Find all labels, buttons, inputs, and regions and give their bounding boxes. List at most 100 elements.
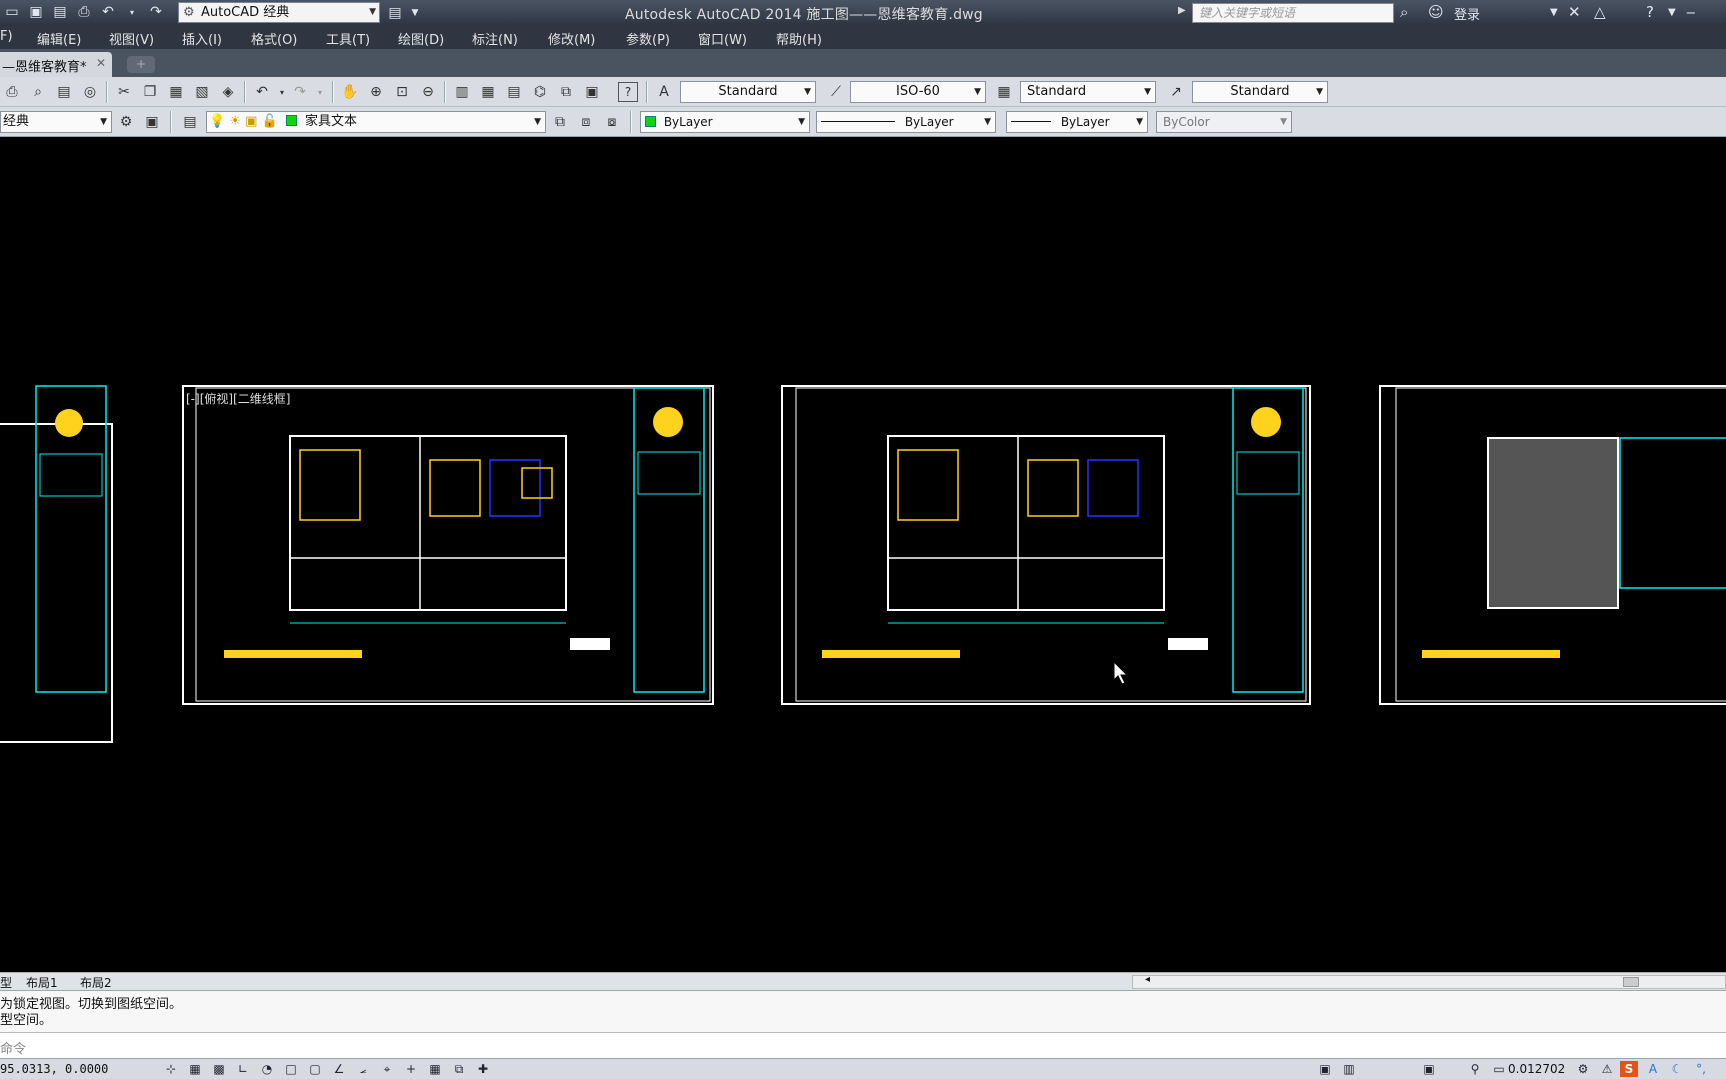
text-style-icon[interactable]: A [654, 82, 674, 102]
text-style-select[interactable]: Standard ▼ [680, 81, 816, 103]
menu-modify[interactable]: 修改(M) [548, 29, 595, 48]
undo-icon[interactable]: ↶ [98, 2, 118, 22]
tab-layout1[interactable]: 布局1 [26, 974, 58, 991]
expand-arrow-icon[interactable]: ▶ [1178, 5, 1186, 16]
menu-help[interactable]: 帮助(H) [776, 29, 822, 48]
search-input[interactable]: 键入关键字或短语 [1192, 3, 1394, 23]
redo-icon[interactable]: ↷ [146, 2, 166, 22]
tool-palettes-icon[interactable]: ▤ [504, 82, 524, 102]
menu-insert[interactable]: 插入(I) [182, 29, 222, 48]
menu-format[interactable]: 格式(O) [251, 29, 297, 48]
sheet-frame[interactable] [781, 385, 1311, 705]
block-editor-icon[interactable]: ◈ [218, 82, 238, 102]
menu-draw[interactable]: 绘图(D) [398, 29, 444, 48]
polar-tracking-icon[interactable]: ◔ [258, 1061, 276, 1077]
drawing-canvas[interactable]: [-][俯视][二维线框] [0, 138, 1726, 972]
properties-icon[interactable]: ▥ [452, 82, 472, 102]
multileader-style-icon[interactable]: ↗ [1166, 82, 1186, 102]
plot-preview-icon[interactable]: ⌕ [28, 82, 48, 102]
workspace-settings-icon[interactable]: ⚙ [116, 112, 136, 132]
snap-mode-icon[interactable]: ▦ [186, 1061, 204, 1077]
dimension-style-select[interactable]: ISO-60 ▼ [850, 81, 986, 103]
annotation-visibility-icon[interactable]: ⚲ [1466, 1061, 1484, 1077]
command-line-input[interactable]: 命令 [0, 1032, 1726, 1058]
markup-icon[interactable]: ⧉ [556, 82, 576, 102]
undo-icon[interactable]: ↶ [252, 82, 272, 102]
workspace-selector[interactable]: ⚙ AutoCAD 经典 ▼ [178, 2, 380, 23]
menu-view[interactable]: 视图(V) [109, 29, 154, 48]
sheet-frame[interactable] [1379, 385, 1726, 705]
print-icon[interactable]: ⎙ [74, 2, 94, 22]
multileader-style-select[interactable]: Standard ▼ [1192, 81, 1328, 103]
menu-window[interactable]: 窗口(W) [698, 29, 747, 48]
cut-icon[interactable]: ✂ [114, 82, 134, 102]
scrollbar-thumb[interactable] [1623, 977, 1639, 987]
scroll-left-icon[interactable]: ◂ [1145, 974, 1150, 985]
3d-object-snap-icon[interactable]: ▢ [306, 1061, 324, 1077]
punctuation-icon[interactable]: °, [1692, 1061, 1710, 1077]
dynamic-ucs-icon[interactable]: ⦟ [354, 1061, 372, 1077]
paste-icon[interactable]: ▦ [166, 82, 186, 102]
layer-properties-icon[interactable]: ▤ [180, 112, 200, 132]
pan-icon[interactable]: ✋ [340, 82, 360, 102]
make-current-layer-icon[interactable]: ⧉ [550, 112, 570, 132]
grid-display-icon[interactable]: ▩ [210, 1061, 228, 1077]
exchange-icon[interactable]: ✕ [1568, 3, 1581, 21]
minimize-icon[interactable]: ‒ [1686, 3, 1696, 21]
save-icon[interactable]: ▣ [26, 2, 46, 22]
sheet-set-icon[interactable]: ⌬ [530, 82, 550, 102]
coordinate-readout[interactable]: 95.0313, 0.0000 [0, 1062, 108, 1076]
ortho-mode-icon[interactable]: ∟ [234, 1061, 252, 1077]
viewport-scale-icon[interactable]: ▭ [1490, 1061, 1508, 1077]
dropdown-icon[interactable]: ▾ [310, 82, 330, 102]
zoom-realtime-icon[interactable]: ⊕ [366, 82, 386, 102]
color-select[interactable]: ByLayer ▼ [640, 111, 810, 133]
transparency-icon[interactable]: ▦ [426, 1061, 444, 1077]
chevron-down-icon[interactable]: ▼ [1550, 7, 1558, 18]
sheet-frame[interactable] [0, 385, 113, 743]
dynamic-input-icon[interactable]: ⌖ [378, 1061, 396, 1077]
menu-dimension[interactable]: 标注(N) [472, 29, 518, 48]
close-icon[interactable]: ✕ [96, 56, 106, 70]
menu-parametric[interactable]: 参数(P) [626, 29, 670, 48]
design-center-icon[interactable]: ▦ [478, 82, 498, 102]
tab-layout2[interactable]: 布局2 [80, 974, 112, 991]
model-space-icon[interactable]: ▣ [1316, 1061, 1334, 1077]
lineweight-icon[interactable]: + [402, 1061, 420, 1077]
redo-icon[interactable]: ↷ [290, 82, 310, 102]
sogou-ime-icon[interactable]: S [1620, 1061, 1638, 1077]
infer-constraints-icon[interactable]: ⊹ [162, 1061, 180, 1077]
autodesk-360-icon[interactable]: △ [1594, 3, 1606, 21]
zoom-window-icon[interactable]: ⊡ [392, 82, 412, 102]
document-icon[interactable]: ▤ [385, 3, 405, 23]
layer-select[interactable]: 💡 ☀ ▣ 🔓 家具文本 ▼ [206, 111, 546, 133]
workspace-select[interactable]: 经典 ▼ [0, 111, 112, 133]
dimension-style-icon[interactable]: ⟋ [826, 82, 846, 102]
layer-state-icon[interactable]: ⧇ [602, 112, 622, 132]
object-snap-icon[interactable]: □ [282, 1061, 300, 1077]
help-icon[interactable]: ? [618, 82, 638, 102]
new-file-icon[interactable]: ▭ [2, 2, 22, 22]
quick-properties-icon[interactable]: ⧉ [450, 1061, 468, 1077]
menu-tools[interactable]: 工具(T) [326, 29, 370, 48]
quick-view-layouts-icon[interactable]: ▥ [1340, 1061, 1358, 1077]
selection-cycling-icon[interactable]: ✚ [474, 1061, 492, 1077]
zoom-previous-icon[interactable]: ⊖ [418, 82, 438, 102]
object-snap-tracking-icon[interactable]: ∠ [330, 1061, 348, 1077]
table-style-icon[interactable]: ▦ [994, 82, 1014, 102]
publish-icon[interactable]: ▤ [54, 82, 74, 102]
binoculars-icon[interactable]: ⌕ [1400, 3, 1408, 21]
menu-edit[interactable]: 编辑(E) [37, 29, 81, 48]
lineweight-select[interactable]: ByLayer ▼ [1006, 111, 1148, 133]
workspace-switching-icon[interactable]: ⚙ [1574, 1061, 1592, 1077]
dropdown-icon[interactable]: ▼ [405, 3, 425, 23]
maximize-viewport-icon[interactable]: ▣ [1420, 1061, 1438, 1077]
layer-previous-icon[interactable]: ⧈ [576, 112, 596, 132]
plot-icon[interactable]: ⎙ [2, 82, 22, 102]
tab-drawing[interactable]: —恩维客教育* ✕ [0, 52, 112, 77]
horizontal-scrollbar[interactable]: ◂ [1132, 974, 1726, 989]
help-icon[interactable]: ? [1646, 3, 1654, 21]
linetype-select[interactable]: ByLayer ▼ [816, 111, 996, 133]
menu-file[interactable]: F) [0, 29, 13, 44]
table-style-select[interactable]: Standard ▼ [1020, 81, 1156, 103]
